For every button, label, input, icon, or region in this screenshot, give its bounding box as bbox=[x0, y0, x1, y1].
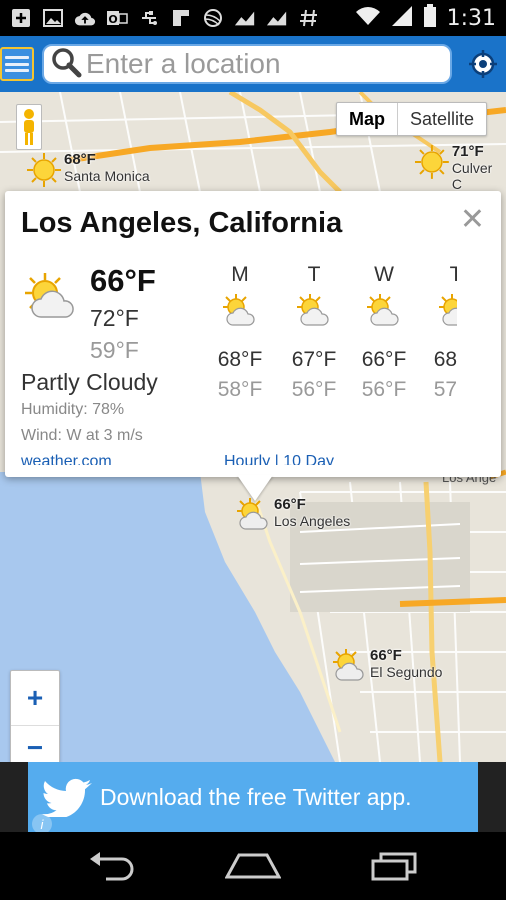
popup-links: weather.com Hourly | 10 Day bbox=[21, 447, 491, 465]
chart-icon bbox=[234, 7, 256, 29]
forecast-day-label: T bbox=[449, 263, 457, 286]
forecast-high: 66°F bbox=[361, 348, 407, 371]
battery-icon bbox=[423, 3, 437, 33]
hourly-10day-link[interactable]: Hourly | 10 Day bbox=[224, 453, 334, 465]
chart-icon bbox=[266, 7, 288, 29]
ad-info-icon[interactable]: i bbox=[32, 814, 52, 834]
menu-button[interactable] bbox=[0, 47, 34, 81]
marker-city: Los Angeles bbox=[274, 513, 351, 529]
sun-icon bbox=[414, 145, 449, 179]
marker-temp: 66°F bbox=[274, 496, 306, 513]
weather-marker[interactable]: 66°F El Segundo bbox=[332, 648, 442, 684]
popup-title: Los Angeles, California bbox=[21, 207, 343, 239]
map-type-satellite-button[interactable]: Satellite bbox=[398, 103, 486, 135]
street-view-pegman[interactable] bbox=[16, 104, 42, 150]
forecast-high: 68°F bbox=[433, 348, 457, 371]
weather-marker[interactable]: 71°F Culver C bbox=[414, 144, 506, 192]
forecast-low: 57°F bbox=[433, 378, 457, 401]
add-box-icon bbox=[10, 7, 32, 29]
home-icon bbox=[225, 853, 281, 879]
app-bar bbox=[0, 36, 506, 92]
popup-pointer bbox=[237, 475, 273, 501]
ad-text: Download the free Twitter app. bbox=[100, 783, 412, 810]
search-input[interactable] bbox=[86, 48, 450, 80]
navigation-bar bbox=[0, 832, 506, 900]
partly-cloudy-icon bbox=[297, 294, 329, 326]
forecast-day-label: W bbox=[374, 263, 394, 286]
marker-city: Culver C bbox=[451, 160, 493, 192]
weather-popup: Los Angeles, California ✕ 66°F 72°F 59°F… bbox=[5, 191, 501, 501]
partly-cloudy-icon bbox=[439, 294, 457, 326]
marker-temp: 71°F bbox=[451, 143, 484, 160]
wifi-icon bbox=[355, 6, 381, 31]
partly-cloudy-icon bbox=[223, 294, 255, 326]
map-type-toggle: Map Satellite bbox=[336, 102, 488, 136]
usb-icon bbox=[138, 7, 160, 29]
current-low: 59°F bbox=[90, 337, 139, 363]
forecast-high: 67°F bbox=[291, 348, 337, 371]
zoom-out-button[interactable]: − bbox=[11, 725, 59, 762]
pegman-icon bbox=[24, 109, 34, 145]
partly-cloudy-icon bbox=[25, 273, 74, 318]
forecast-low: 58°F bbox=[217, 378, 263, 401]
back-icon bbox=[90, 852, 134, 881]
zoom-in-button[interactable]: + bbox=[11, 671, 59, 725]
twitter-bird-icon bbox=[42, 778, 92, 817]
ad-banner: Download the free Twitter app. i bbox=[0, 762, 506, 834]
search-icon bbox=[50, 46, 82, 83]
recent-apps-button[interactable] bbox=[365, 846, 425, 886]
forecast-day-label: T bbox=[307, 263, 321, 286]
forecast-high: 68°F bbox=[217, 348, 263, 371]
forecast-low: 56°F bbox=[361, 378, 407, 401]
forecast-strip[interactable]: M 68°F 58°F T 67°F 56°F W 66°F 56°F T 68… bbox=[205, 263, 457, 403]
partly-cloudy-icon bbox=[333, 649, 364, 681]
weather-marker[interactable]: 66°F Los Angeles bbox=[236, 497, 350, 533]
svg-text:O: O bbox=[108, 13, 117, 26]
current-temp: 66°F bbox=[90, 263, 156, 298]
united-icon bbox=[202, 7, 224, 29]
map-view[interactable]: Los Ange Map Satellite 68°F Santa Monica… bbox=[0, 92, 506, 762]
status-time: 1:31 bbox=[446, 5, 496, 31]
image-icon bbox=[42, 7, 64, 29]
notification-icons: O bbox=[10, 7, 320, 29]
forecast-day-label: M bbox=[231, 263, 249, 286]
marker-temp: 66°F bbox=[370, 647, 402, 664]
current-humidity: Humidity: 78% bbox=[21, 401, 125, 418]
forecast-day: M 68°F 58°F bbox=[205, 263, 275, 402]
forecast-day: T 68°F 57°F bbox=[421, 263, 457, 402]
signal-icon bbox=[391, 5, 413, 32]
forecast-day: T 67°F 56°F bbox=[279, 263, 349, 402]
locate-button[interactable] bbox=[466, 47, 500, 81]
current-condition: Partly Cloudy bbox=[21, 369, 158, 395]
crosshair-icon bbox=[469, 50, 497, 78]
zoom-controls: + − bbox=[10, 670, 60, 762]
menu-icon bbox=[5, 56, 29, 60]
partly-cloudy-icon bbox=[237, 498, 268, 530]
forecast-day: W 66°F 56°F bbox=[349, 263, 419, 402]
weather-marker[interactable]: 68°F Santa Monica bbox=[26, 152, 150, 188]
current-wind: Wind: W at 3 m/s bbox=[21, 427, 143, 444]
current-high: 72°F bbox=[90, 305, 139, 331]
twitter-ad[interactable]: Download the free Twitter app. bbox=[28, 762, 478, 832]
close-button[interactable]: ✕ bbox=[460, 205, 485, 235]
marker-temp: 68°F bbox=[64, 151, 96, 168]
marker-city: Santa Monica bbox=[64, 168, 150, 184]
source-link[interactable]: weather.com bbox=[21, 453, 112, 465]
home-button[interactable] bbox=[223, 846, 283, 886]
sun-icon bbox=[27, 153, 61, 187]
forecast-low: 56°F bbox=[291, 378, 337, 401]
marker-city: El Segundo bbox=[370, 664, 443, 680]
cloud-upload-icon bbox=[74, 7, 96, 29]
status-bar: O 1:31 bbox=[0, 0, 506, 36]
recent-apps-icon bbox=[371, 852, 417, 881]
hash-icon bbox=[298, 7, 320, 29]
back-button[interactable] bbox=[81, 846, 141, 886]
map-type-map-button[interactable]: Map bbox=[337, 103, 398, 135]
search-box[interactable] bbox=[42, 44, 452, 84]
flipboard-icon bbox=[170, 7, 192, 29]
outlook-icon: O bbox=[106, 7, 128, 29]
partly-cloudy-icon bbox=[367, 294, 399, 326]
